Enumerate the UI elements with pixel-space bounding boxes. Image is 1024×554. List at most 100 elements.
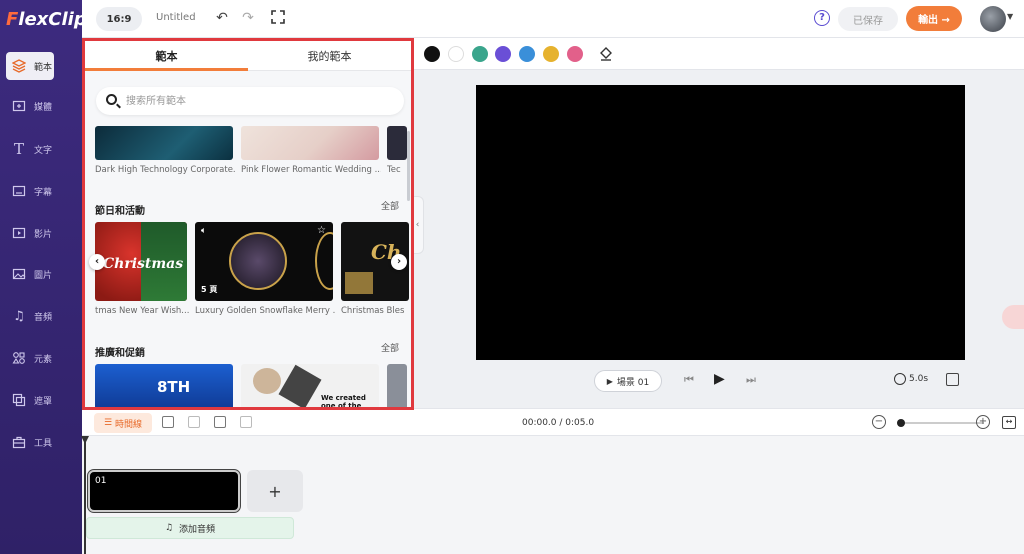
sidebar-item-mask[interactable]: 遮罩 xyxy=(6,386,80,414)
template-thumbnail[interactable] xyxy=(387,126,407,160)
export-button[interactable]: 輸出 → xyxy=(906,6,962,31)
text-icon: T xyxy=(13,140,24,158)
mute-icon[interactable]: 🔈︎ xyxy=(201,226,206,236)
timeline-toolbar: ☰ 時間線 00:00.0 / 0:05.0 − + ↔ xyxy=(82,408,1024,436)
add-audio-button[interactable]: ♫ 添加音頻 xyxy=(86,517,294,539)
active-tab-indicator xyxy=(85,68,248,71)
chevron-left-icon: ‹ xyxy=(415,220,420,230)
scene-duration[interactable]: 5.0s xyxy=(894,373,928,385)
scene-clip[interactable]: 01 xyxy=(87,469,241,513)
sidebar-item-label: 遮罩 xyxy=(34,396,53,407)
paint-bucket-icon[interactable] xyxy=(598,46,614,66)
sidebar-item-label: 文字 xyxy=(34,145,53,156)
add-audio-label: 添加音頻 xyxy=(179,524,216,535)
play-icon[interactable]: ▶ xyxy=(714,371,725,387)
star-icon[interactable]: ☆ xyxy=(317,225,326,236)
zoom-slider[interactable] xyxy=(900,422,984,424)
tab-templates[interactable]: 範本 xyxy=(85,41,248,71)
template-caption: Dark High Technology Corporate... xyxy=(95,165,235,175)
sidebar-item-label: 影片 xyxy=(34,229,53,240)
project-title[interactable]: Untitled xyxy=(156,12,196,23)
undo-icon[interactable]: ↶ xyxy=(214,10,230,26)
color-swatch-green[interactable] xyxy=(472,46,488,62)
template-thumbnail[interactable]: Christmas xyxy=(95,222,187,301)
template-thumbnail[interactable] xyxy=(95,126,233,160)
color-swatch-black[interactable] xyxy=(424,46,440,62)
color-swatch-purple[interactable] xyxy=(495,46,511,62)
help-icon[interactable]: ? xyxy=(814,10,830,26)
timeline-toggle[interactable]: ☰ 時間線 xyxy=(94,413,152,433)
gift-decoration xyxy=(345,272,373,294)
fit-screen-icon[interactable] xyxy=(946,373,959,386)
see-all-link[interactable]: 全部 xyxy=(381,199,399,212)
previous-scene-icon[interactable]: ⏮ xyxy=(684,373,694,387)
avatar[interactable] xyxy=(980,6,1006,32)
layers-icon xyxy=(10,57,28,75)
fullscreen-icon[interactable] xyxy=(270,10,286,26)
sidebar-item-tools[interactable]: 工具 xyxy=(6,428,80,456)
template-thumbnail[interactable] xyxy=(387,364,407,407)
music-icon: ♫ xyxy=(13,308,25,324)
tab-my-templates[interactable]: 我的範本 xyxy=(248,41,411,71)
zoom-slider-handle[interactable] xyxy=(897,419,905,427)
play-scene-button[interactable]: ▶ 場景 01 xyxy=(594,370,662,392)
clip-label: 01 xyxy=(95,476,107,486)
color-swatch-pink[interactable] xyxy=(567,46,583,62)
template-thumbnail[interactable]: 8TH xyxy=(95,364,233,407)
sidebar-item-images[interactable]: 圖片 xyxy=(6,260,80,288)
timeline-icon: ☰ xyxy=(103,418,113,428)
sidebar-item-video[interactable]: 影片 xyxy=(6,219,80,247)
search-icon xyxy=(106,94,117,105)
template-thumbnail[interactable]: 🔈︎ ☆ 5 頁 xyxy=(195,222,333,301)
aspect-ratio-button[interactable]: 16:9 xyxy=(96,7,142,31)
thumbnail-text: We created one of the xyxy=(321,394,366,410)
next-scene-icon[interactable]: ⏭ xyxy=(746,373,756,387)
fit-timeline-icon[interactable]: ↔ xyxy=(1002,416,1016,429)
floating-tab[interactable] xyxy=(1002,305,1024,329)
template-caption: tmas New Year Wish... xyxy=(95,306,189,316)
duplicate-icon[interactable] xyxy=(214,416,226,428)
video-preview[interactable] xyxy=(476,85,965,360)
page-count-badge: 5 頁 xyxy=(201,285,218,294)
search-input[interactable] xyxy=(126,91,386,111)
redo-icon[interactable]: ↷ xyxy=(240,10,256,26)
sidebar-item-text[interactable]: T 文字 xyxy=(6,135,80,163)
zoom-out-icon[interactable]: − xyxy=(872,415,886,429)
panel-scrollbar[interactable] xyxy=(407,131,410,201)
delete-icon[interactable] xyxy=(240,416,252,428)
template-thumbnail[interactable] xyxy=(241,126,379,160)
sidebar-item-subtitles[interactable]: 字幕 xyxy=(6,177,80,205)
template-caption: Pink Flower Romantic Wedding ... xyxy=(241,165,381,175)
flexclip-logo[interactable]: FlexClip xyxy=(6,8,87,30)
subtitle-icon xyxy=(10,182,28,200)
carousel-next-button[interactable]: › xyxy=(391,254,407,270)
zoom-in-icon[interactable]: + xyxy=(976,415,990,429)
see-all-link[interactable]: 全部 xyxy=(381,341,399,354)
sidebar-item-audio[interactable]: ♫ 音頻 xyxy=(6,302,80,330)
sidebar-item-label: 字幕 xyxy=(34,187,53,198)
tools-icon xyxy=(10,433,28,451)
timeline-label: 時間線 xyxy=(115,419,143,430)
logo-text: lexClip xyxy=(18,8,87,30)
add-scene-tool-icon[interactable] xyxy=(162,416,174,428)
color-swatch-blue[interactable] xyxy=(519,46,535,62)
mask-icon xyxy=(10,391,28,409)
color-swatch-white[interactable] xyxy=(448,46,464,62)
split-icon[interactable] xyxy=(188,416,200,428)
add-scene-button[interactable]: + xyxy=(247,470,303,512)
chevron-down-icon[interactable]: ▼ xyxy=(1007,12,1013,21)
video-icon xyxy=(10,224,28,242)
template-thumbnail[interactable]: We created one of the xyxy=(241,364,379,410)
sidebar-item-label: 範本 xyxy=(34,62,53,73)
color-swatch-yellow[interactable] xyxy=(543,46,559,62)
gold-frame xyxy=(229,232,287,290)
sidebar-item-media[interactable]: 媒體 xyxy=(6,92,80,120)
food-plate-image xyxy=(253,368,281,394)
sidebar-item-templates[interactable]: 範本 xyxy=(6,52,54,80)
carousel-prev-button[interactable]: ‹ xyxy=(89,254,105,270)
sidebar: FlexClip 範本 媒體 T 文字 字幕 影片 圖片 ♫ 音頻 元素 遮罩 xyxy=(0,0,87,554)
sidebar-item-elements[interactable]: 元素 xyxy=(6,344,80,372)
timeline-time: 00:00.0 / 0:05.0 xyxy=(522,418,595,428)
sidebar-item-label: 元素 xyxy=(34,354,53,365)
scene-label: 場景 01 xyxy=(616,377,650,388)
